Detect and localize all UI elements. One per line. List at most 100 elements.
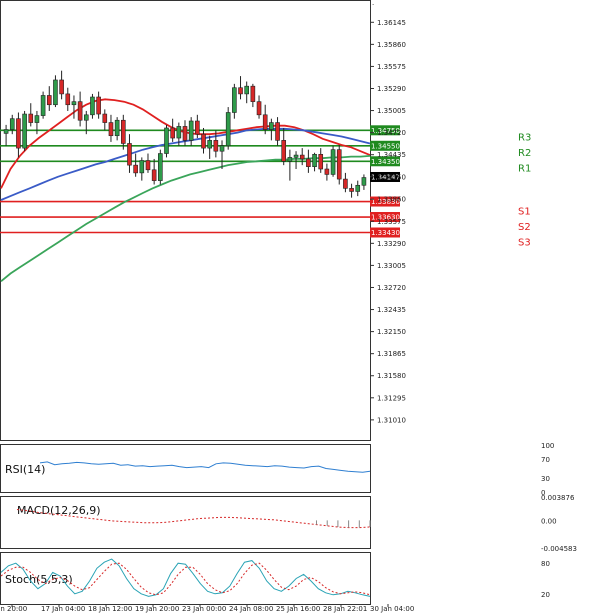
- pivot-levels: 1.34750R31.34550R21.34350R11.33830S11.33…: [0, 125, 531, 249]
- price-tick-label: 1.35575: [377, 63, 406, 71]
- level-price-label: 1.33430: [371, 229, 400, 237]
- time-tick-label: 17 Jan 04:00: [41, 605, 85, 613]
- candle: [225, 107, 231, 150]
- candle: [77, 91, 83, 127]
- candle: [361, 174, 367, 190]
- candle: [219, 140, 225, 170]
- price-tick-label: 1.33290: [377, 240, 406, 248]
- macd-tick-label: -0.004583: [541, 545, 577, 553]
- level-price-label: 1.34550: [371, 142, 400, 150]
- time-tick-label: 28 Jan 22:01: [323, 605, 367, 613]
- price-tick-label: 1.32435: [377, 306, 406, 314]
- stoch-tick-label: 80: [541, 560, 550, 568]
- candle: [201, 127, 206, 154]
- candle: [16, 112, 21, 158]
- candle: [3, 124, 9, 146]
- macd-indicator: MACD(12,26,9) 0.003876 0.00 -0.004583: [16, 494, 577, 553]
- time-tick-label: 18 Jan 12:00: [88, 605, 132, 613]
- level-price-tag: 1.34550: [370, 140, 400, 151]
- candle: [108, 114, 114, 142]
- candle: [71, 95, 77, 119]
- candle: [293, 151, 299, 170]
- price-tick-label: 1.33005: [377, 262, 406, 270]
- level-name-s2: S2: [518, 222, 531, 233]
- candle: [275, 117, 280, 146]
- time-tick-label: Jan 20:00: [0, 605, 27, 613]
- price-tick-label: 1.35290: [377, 85, 406, 93]
- candle: [145, 153, 151, 173]
- candle: [9, 114, 15, 135]
- price-tick-label: 1.35860: [377, 41, 406, 49]
- price-tick-label: 1.33860: [377, 196, 406, 204]
- time-tick-label: 30 Jan 04:00: [370, 605, 414, 613]
- candle: [256, 95, 262, 119]
- time-tick-label: 19 Jan 20:00: [135, 605, 179, 613]
- candle: [324, 163, 330, 181]
- candle: [96, 91, 101, 119]
- level-name-s3: S3: [518, 238, 531, 249]
- candle: [188, 117, 194, 146]
- rsi-tick-label: 70: [541, 456, 550, 464]
- level-name-r2: R2: [518, 148, 531, 159]
- macd-label: MACD(12,26,9): [17, 504, 101, 517]
- candle: [250, 83, 256, 108]
- price-tick-label: 1.31295: [377, 394, 406, 402]
- stoch-tick-label: 20: [541, 591, 550, 599]
- level-name-s1: S1: [518, 207, 531, 218]
- candle: [46, 86, 52, 111]
- candle: [121, 114, 126, 150]
- candle: [90, 93, 95, 119]
- candle: [244, 81, 249, 104]
- candle: [349, 183, 354, 198]
- candle: [114, 117, 120, 141]
- candle: [318, 148, 324, 173]
- chart-top-marker: ·: [372, 1, 374, 9]
- stoch-signal-line: [0, 562, 371, 596]
- candle: [170, 118, 175, 142]
- rsi-line: [39, 461, 371, 473]
- candle: [281, 127, 287, 166]
- price-tick-label: 1.35005: [377, 107, 406, 115]
- time-axis: Jan 20:00 17 Jan 04:0018 Jan 12:0019 Jan …: [0, 604, 414, 613]
- rsi-tick-label: 100: [541, 442, 554, 450]
- candle: [355, 180, 361, 197]
- time-tick-label: 25 Jan 16:00: [276, 605, 320, 613]
- candle: [102, 109, 108, 131]
- candle: [151, 158, 157, 185]
- rsi-indicator: RSI(14)10070300: [5, 442, 554, 497]
- moving-average-line: [0, 155, 371, 282]
- price-tick-label: 1.32720: [377, 284, 406, 292]
- price-tick-label: 1.31865: [377, 350, 406, 358]
- candle: [133, 153, 138, 177]
- candle: [306, 149, 311, 173]
- candle: [40, 91, 46, 119]
- level-price-tag: 1.33430: [370, 227, 400, 238]
- price-tick-label: 1.31010: [377, 416, 406, 424]
- candle: [336, 145, 342, 185]
- candle: [232, 83, 237, 119]
- candle: [287, 149, 293, 181]
- candle: [59, 70, 64, 100]
- candle: [65, 87, 71, 111]
- candle: [343, 172, 348, 193]
- macd-tick-label: 0.003876: [541, 494, 575, 502]
- level-name-r1: R1: [518, 163, 531, 174]
- price-tick-label: 1.32150: [377, 328, 406, 336]
- price-tick-label: 1.36145: [377, 19, 406, 27]
- candle: [299, 148, 305, 166]
- rsi-panel: [0, 444, 371, 493]
- candle: [22, 110, 27, 152]
- price-tick-label: 1.34435: [377, 151, 406, 159]
- candle: [28, 103, 34, 127]
- price-tick-label: 1.33575: [377, 218, 406, 226]
- time-tick-label: 23 Jan 00:00: [182, 605, 226, 613]
- rsi-label: RSI(14): [5, 463, 45, 476]
- candle: [164, 124, 169, 158]
- stoch-indicator: Stoch(5,5,3)8020: [0, 558, 550, 599]
- rsi-tick-label: 30: [541, 475, 550, 483]
- candle: [330, 145, 336, 177]
- price-tick-label: 1.31580: [377, 372, 406, 380]
- candle: [262, 104, 268, 135]
- forex-chart: · 1.34750R31.34550R21.34350R11.33830S11.…: [0, 0, 577, 613]
- candle: [158, 149, 163, 185]
